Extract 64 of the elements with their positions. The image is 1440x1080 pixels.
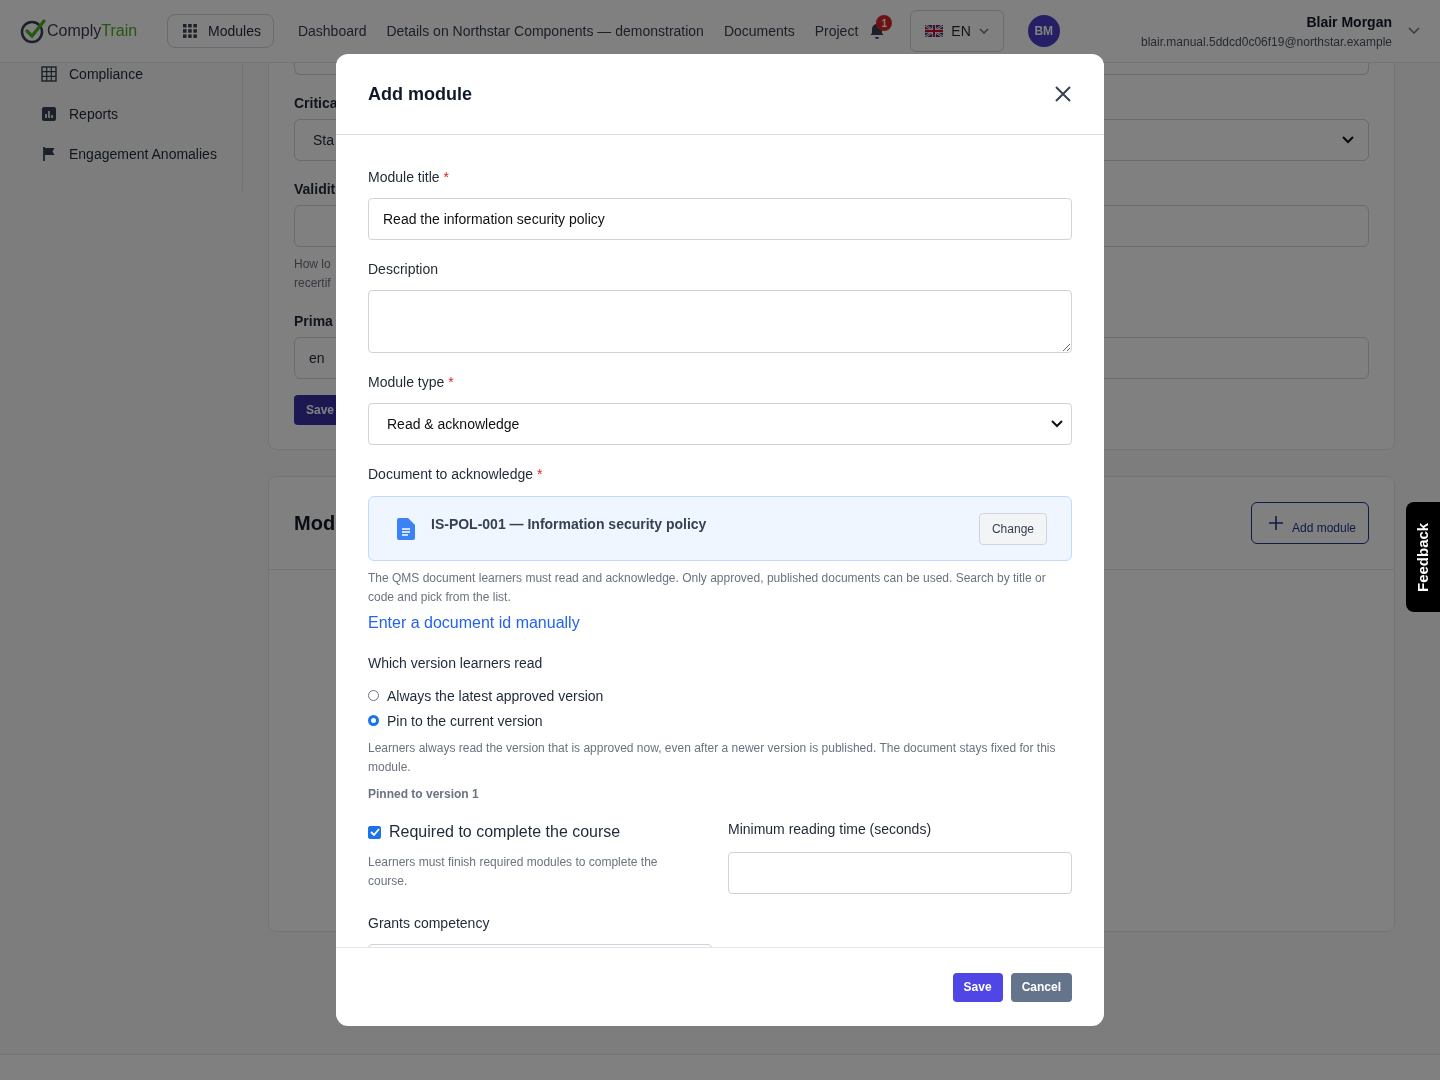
- feedback-tab[interactable]: Feedback: [1406, 502, 1440, 612]
- bar-chart-icon: [41, 106, 57, 122]
- modules-button[interactable]: Modules: [167, 14, 274, 48]
- add-module-button[interactable]: Add module: [1250, 502, 1369, 544]
- document-icon: [397, 517, 415, 540]
- logo-check-icon: [20, 18, 46, 44]
- reading-time-field[interactable]: [728, 852, 1072, 894]
- card-title: Mod: [294, 511, 336, 535]
- table-icon: [41, 66, 57, 82]
- chevron-down-icon: [978, 28, 989, 34]
- document-name: IS-POL-001 — Information security policy: [431, 515, 708, 532]
- help-text: The QMS document learners must read and acknowledge. Only approved, published documents can be used. Search by title or code and pick from the list.: [368, 570, 1047, 606]
- hint-text: How lo: [294, 256, 331, 273]
- field-label: Validit: [294, 181, 337, 197]
- dialog-title: Add module: [368, 83, 472, 105]
- field-label: Minimum reading time (seconds): [728, 821, 933, 838]
- save-button[interactable]: Save: [952, 972, 1003, 1002]
- sidebar-item[interactable]: Reports: [0, 94, 242, 134]
- nav-link[interactable]: Dashboard: [297, 23, 367, 39]
- field-label: Document to acknowledge: [368, 466, 533, 483]
- chevron-down-icon: [1342, 136, 1354, 144]
- manual-id-link[interactable]: Enter a document id manually: [368, 613, 580, 633]
- close-icon[interactable]: [1054, 85, 1072, 103]
- checkbox-label[interactable]: Required to complete the course: [389, 823, 621, 841]
- cancel-button[interactable]: Cancel: [1010, 972, 1072, 1002]
- user-avatar[interactable]: BM: [1027, 15, 1060, 47]
- logo-text: ComplyTrain: [47, 22, 138, 40]
- hint-text: recertif: [294, 275, 331, 292]
- field-label: Prima: [294, 313, 334, 329]
- section-label: Which version learners read: [368, 655, 544, 672]
- flag-icon: [925, 25, 944, 37]
- pinned-version-note: Pinned to version 1: [368, 787, 480, 801]
- help-text: Learners always read the version that is approved now, even after a newer version is published. The document stays fixed for this module.: [368, 740, 1057, 776]
- sidebar-item[interactable]: Compliance: [0, 63, 242, 94]
- radio-button[interactable]: [368, 715, 379, 726]
- radio-label[interactable]: Always the latest approved version: [387, 687, 604, 704]
- nav-link[interactable]: Documents: [723, 23, 795, 39]
- chevron-down-icon[interactable]: [1408, 27, 1420, 35]
- user-name: Blair Morgan: [1306, 13, 1392, 30]
- plus-icon: [1267, 515, 1284, 531]
- help-text: Learners must finish required modules to complete the course.: [368, 854, 659, 890]
- notification-badge: 1: [876, 15, 893, 31]
- field-label: Critica: [294, 95, 339, 111]
- module-type-select[interactable]: Read & acknowledge: [368, 403, 1072, 445]
- apps-grid-icon: [182, 23, 198, 39]
- required-asterisk: *: [537, 466, 543, 483]
- radio-label[interactable]: Pin to the current version: [387, 712, 543, 729]
- checkbox[interactable]: [368, 825, 381, 839]
- change-button[interactable]: Change: [978, 512, 1047, 545]
- sidebar-item[interactable]: Engagement Anomalies: [0, 134, 242, 174]
- description-field[interactable]: [368, 290, 1072, 353]
- required-asterisk: *: [448, 374, 454, 391]
- field-label: Description: [368, 261, 439, 278]
- required-asterisk: *: [443, 169, 450, 186]
- module-title-field[interactable]: Read the information security policy: [368, 198, 1072, 240]
- nav-link[interactable]: Details on Northstar Components — demonstration: [386, 23, 704, 39]
- field-label: Module type: [368, 374, 445, 391]
- field-label: Module title: [368, 169, 440, 186]
- chevron-down-icon: [1051, 420, 1063, 428]
- nav-link[interactable]: Project: [814, 23, 859, 39]
- user-email: blair.manual.5ddcd0c06f19@northstar.example: [1141, 34, 1392, 49]
- flag-icon: [41, 146, 57, 162]
- field-label: Grants competency: [368, 915, 491, 932]
- language-selector[interactable]: EN: [910, 10, 1004, 52]
